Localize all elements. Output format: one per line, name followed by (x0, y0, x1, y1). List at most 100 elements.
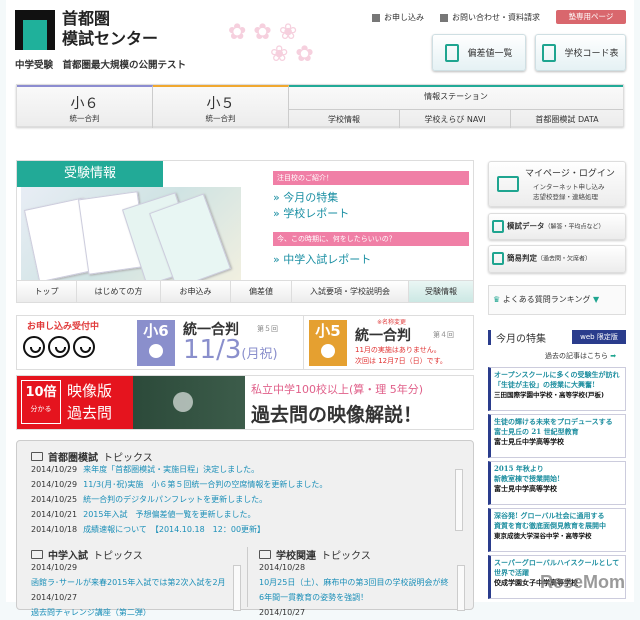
panel-title: 受験情報 (17, 161, 163, 187)
nav-info-station: 情報ステーション 学校情報 学校えらび NAVI 首都圏模試 DATA (289, 85, 623, 128)
school-ad[interactable]: オープンスクールに多くの受験生が訪れ 「生徒が主役」の授業に大興奮! 三田国際学園中… (488, 367, 626, 411)
checklist-icon (492, 252, 504, 265)
link-exam-report[interactable]: » 中学入試レポート (273, 251, 371, 267)
nav-grade5[interactable]: 小５ 統一合判 (153, 85, 289, 128)
school-ad[interactable]: 2015 年秋より 新教室棟で授業開始! 富士見中学高等学校 (488, 461, 626, 505)
topic-link[interactable]: 2015年入試 予想偏差値一覧を更新しました。 (83, 510, 255, 519)
banner2-line1: 私立中学100校以上(算・理 5年分) (251, 383, 424, 396)
deviation-list-button[interactable]: 偏差値一覧 (432, 34, 526, 71)
web-limited-badge: web 限定版 (572, 330, 626, 344)
faq-ranking-button[interactable]: ♛ よくある質問ランキング ▼ (488, 285, 626, 315)
main-topics-list: 2014/10/29 来年度「首都圏模試・実施日程」決定しました。 2014/10… (31, 462, 327, 537)
tab-admissions[interactable]: 入試要項・学校説明会 (292, 281, 409, 302)
what-to-do-bar: 今、この時期に、何をしたらいいの？ (273, 232, 469, 246)
nav-grade6[interactable]: 小６ 統一合判 (17, 85, 153, 128)
contact-link-label: お問い合わせ・資料請求 (452, 13, 540, 22)
banner2-line2: 過去問の映像解説！ (251, 404, 423, 426)
list-item: 2014/10/29 来年度「首都圏模試・実施日程」決定しました。 (31, 465, 260, 474)
lecture-video-thumbnail[interactable] (133, 376, 245, 429)
sakura-decoration: ❀ ✿ (270, 42, 314, 67)
video-banner-logo: 10倍 分かる 映像版 過去問 (17, 376, 133, 429)
topic-link[interactable]: 統一合判のデジタルパンフレットを更新しました。 (83, 495, 267, 504)
deviation-list-label: 偏差値一覧 (467, 49, 513, 59)
date: 2014/10/27 (259, 608, 306, 617)
tab-deviation[interactable]: 偏差値 (231, 281, 292, 302)
mock-data-button[interactable]: 模試データ（解答・平均点など） (488, 213, 626, 240)
topic-link[interactable]: 10月25日（土）、麻布中の第3回目の学校説明会が終 (259, 578, 448, 587)
link-monthly-feature[interactable]: » 今月の特集 (273, 189, 338, 205)
tab-beginners[interactable]: はじめての方 (77, 281, 161, 302)
list-item: 2014/10/29 11/3(月･祝)実施 小６第５回統一合判の空席情報を更新し… (31, 480, 328, 489)
nav-mock-data[interactable]: 首都圏模試 DATA (511, 109, 623, 128)
info-station-title: 情報ステーション (424, 92, 488, 101)
g5-msg2: 次回は 12月7日（日）です。 (355, 357, 447, 365)
school-code-button[interactable]: 学校コード表 (535, 34, 626, 71)
tagline: 中学受験 首都圏最大規模の公開テスト (15, 60, 187, 71)
past-articles-link[interactable]: 過去の記事はこちら ➡ (545, 351, 616, 361)
nav-grade6-sub: 統一合判 (69, 114, 100, 123)
main-nav: 小６ 統一合判 小５ 統一合判 情報ステーション 学校情報 学校えらび NAVI 首… (16, 84, 624, 128)
topic-link[interactable]: 過去問チャレンジ講座（第二弾） (31, 608, 151, 617)
nav-school-navi[interactable]: 学校えらび NAVI (400, 109, 511, 128)
nav-grade6-title: 小６ (70, 96, 99, 112)
scrollbar[interactable] (233, 565, 241, 611)
topics-panel: 首都圏模試 トピックス 2014/10/29 来年度「首都圏模試・実施日程」決定しま… (16, 440, 474, 617)
date: 2014/10/28 (259, 563, 306, 572)
mypage-sub2: 志望校登録・連絡処理 (533, 193, 598, 201)
list-item: 2014/10/21 2015年入試 予想偏差値一覧を更新しました。 (31, 510, 256, 519)
school-ad[interactable]: 生徒の輝ける未来をプロデュースする 富士見丘の 21 世紀型教育 富士見丘中学高等学… (488, 414, 626, 458)
speech-bubble-icon (259, 550, 271, 559)
watermark: ReseMom (540, 572, 626, 592)
grade6-button[interactable]: 小6 (137, 320, 175, 366)
apply-link-label: お申し込み (384, 13, 424, 22)
g6-date: 11/3(月祝) (183, 335, 278, 365)
crown-icon: ♛ (493, 295, 501, 304)
tab-exam-info[interactable]: 受験情報 (409, 281, 473, 302)
documents-icon (492, 220, 504, 233)
panel-tabs: トップ はじめての方 お申込み 偏差値 入試要項・学校説明会 受験情報 (16, 280, 474, 303)
topic-link[interactable]: 函館ラ･サールが来春2015年入試では第2次入試を2月 (31, 578, 226, 587)
list-item: 2014/10/18 成績速報について 【2014.10.18 12：00更新】 (31, 525, 266, 534)
scrollbar[interactable] (455, 469, 463, 531)
nav-school-info[interactable]: 学校情報 (289, 109, 400, 128)
scrollbar[interactable] (457, 565, 465, 611)
quick-judge-button[interactable]: 簡易判定（過去問・欠席者） (488, 245, 626, 273)
contact-link[interactable]: お問い合わせ・資料請求 (440, 12, 540, 23)
speech-bubble-icon (31, 452, 43, 461)
school-topics-list: 2014/10/28 10月25日（土）、麻布中の第3回目の学校説明会が終 6年… (259, 560, 457, 620)
mypage-sub1: インターネット申し込み (533, 183, 605, 191)
exam-topics-list: 2014/10/29 函館ラ･サールが来春2015年入試では第2次入試を2月 2… (31, 560, 231, 620)
play-icon (173, 392, 193, 412)
nav-grade5-title: 小５ (206, 96, 235, 112)
tab-top[interactable]: トップ (17, 281, 77, 302)
logo-line2: 模試センター (62, 29, 159, 48)
date: 2014/10/29 (31, 563, 78, 572)
topic-link[interactable]: 来年度「首都圏模試・実施日程」決定しました。 (83, 465, 259, 474)
link-school-report[interactable]: » 学校レポート (273, 205, 349, 221)
g5-msg1: 11月の実施はありません。 (355, 346, 441, 354)
open-for-application: お申し込み受付中 (27, 322, 100, 332)
topic-link[interactable]: 6年間一貫教育の姿勢を強調！ (259, 593, 368, 602)
grade5-button[interactable]: 小5 (309, 320, 347, 366)
topic-link[interactable]: 成績速報について 【2014.10.18 12：00更新】 (83, 525, 265, 534)
speech-bubble-icon (31, 550, 43, 559)
arrow-icon (440, 13, 448, 22)
video-past-exam-banner[interactable]: 10倍 分かる 映像版 過去問 私立中学100校以上(算・理 5年分) 過去問の映像… (16, 375, 474, 430)
school-ad[interactable]: 深谷発! グローバル社会に通用する 資質を育む徹底面倒見教育を展開中 東京成徳大学深… (488, 508, 626, 552)
logo-mark[interactable] (15, 10, 55, 50)
monitor-icon (497, 176, 519, 192)
nav-grade5-sub: 統一合判 (205, 114, 236, 123)
member-page-button[interactable]: 塾専用ページ (556, 10, 626, 24)
apply-link[interactable]: お申し込み (372, 12, 424, 23)
tab-apply[interactable]: お申込み (161, 281, 231, 302)
mock-exam-banner[interactable]: お申し込み受付中 小6 統一合判 第５回 11/3(月祝) 小5 ※名称変更 統… (16, 315, 474, 370)
feature-heading: 今月の特集 (488, 330, 546, 345)
school-code-label: 学校コード表 (564, 49, 619, 59)
topic-link[interactable]: 11/3(月･祝)実施 小６第５回統一合判の空席情報を更新しました。 (83, 480, 327, 489)
search-doc-icon (445, 43, 460, 62)
date: 2014/10/27 (31, 593, 78, 602)
logo-text[interactable]: 首都圏 模試センター (62, 9, 158, 49)
mypage-login-button[interactable]: マイページ・ログイン インターネット申し込み 志望校登録・連絡処理 (488, 161, 626, 207)
g5-title: 統一合判 (355, 328, 411, 344)
list-item: 2014/10/25 統一合判のデジタルパンフレットを更新しました。 (31, 495, 268, 504)
